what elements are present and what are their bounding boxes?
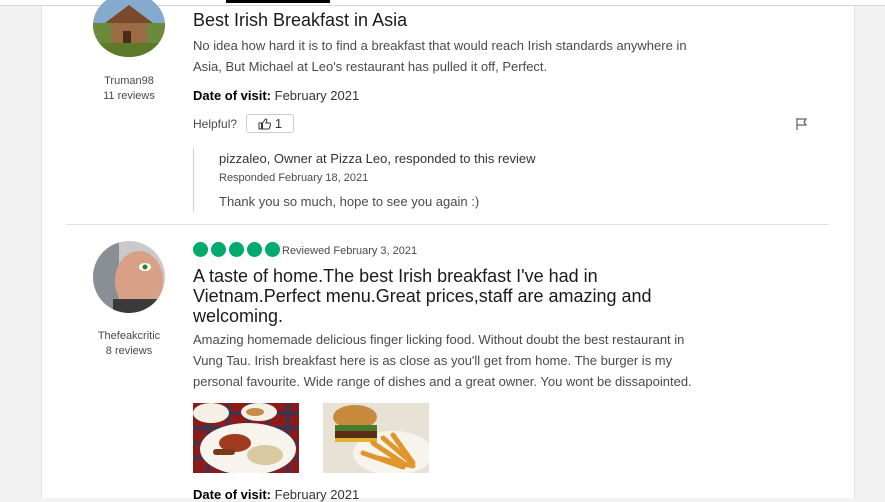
response-date: Responded February 18, 2021 [219, 172, 369, 184]
owner-response: pizzaleo, Owner at Pizza Leo, responded … [193, 148, 754, 211]
rating-bubble-icon [247, 242, 262, 257]
review-title[interactable]: Best Irish Breakfast in Asia [193, 10, 407, 30]
thumbs-up-icon [258, 117, 271, 129]
review-title-line: welcoming. [193, 306, 284, 326]
rating-bubbles [193, 242, 280, 257]
review-photo-burger[interactable] [323, 403, 429, 473]
date-of-visit: Date of visit: February 2021 [193, 88, 359, 103]
review-body-line: Asia, But Michael at Leo's restaurant ha… [193, 59, 548, 74]
username[interactable]: Truman98 [69, 74, 189, 89]
date-of-visit-value: February 2021 [274, 88, 360, 103]
date-of-visit-label: Date of visit: [193, 487, 272, 502]
rating-bubble-icon [193, 242, 208, 257]
rating-bubble-icon [211, 242, 226, 257]
flag-icon[interactable] [795, 117, 809, 136]
user-avatar[interactable] [93, 241, 165, 313]
response-text: Thank you so much, hope to see you again… [219, 194, 480, 209]
review-divider [66, 224, 829, 225]
review-body-line: Amazing homemade delicious finger lickin… [193, 332, 685, 347]
date-of-visit: Date of visit: February 2021 [193, 487, 359, 502]
review-body: Amazing homemade delicious finger lickin… [193, 329, 692, 392]
username[interactable]: Thefeakcritic [69, 329, 189, 344]
helpful-label: Helpful? [193, 117, 238, 131]
review-body-line: No idea how hard it is to find a breakfa… [193, 38, 687, 53]
review-body-line: Vung Tau. Irish breakfast here is as clo… [193, 353, 673, 368]
date-of-visit-value: February 2021 [274, 487, 360, 502]
review-title[interactable]: A taste of home.The best Irish breakfast… [193, 266, 652, 326]
helpful-vote-button[interactable]: 1 [246, 114, 294, 133]
review-photo-breakfast[interactable] [193, 403, 299, 473]
review-title-line: A taste of home.The best Irish breakfast… [193, 266, 598, 286]
review-body: No idea how hard it is to find a breakfa… [193, 35, 687, 77]
helpful-count: 1 [274, 116, 283, 131]
rating-bubble-icon [229, 242, 244, 257]
response-author: pizzaleo, Owner at Pizza Leo, responded … [219, 151, 536, 166]
active-tab-indicator [226, 0, 330, 3]
reviewed-date: Reviewed February 3, 2021 [282, 245, 418, 257]
user-review-count: 8 reviews [105, 345, 153, 357]
date-of-visit-label: Date of visit: [193, 88, 272, 103]
rating-bubble-icon [265, 242, 280, 257]
review-body-line: personal favourite. Wide range of dishes… [193, 374, 692, 389]
user-review-count: 11 reviews [103, 90, 155, 102]
review-title-line: Vietnam.Perfect menu.Great prices,staff … [193, 286, 652, 306]
